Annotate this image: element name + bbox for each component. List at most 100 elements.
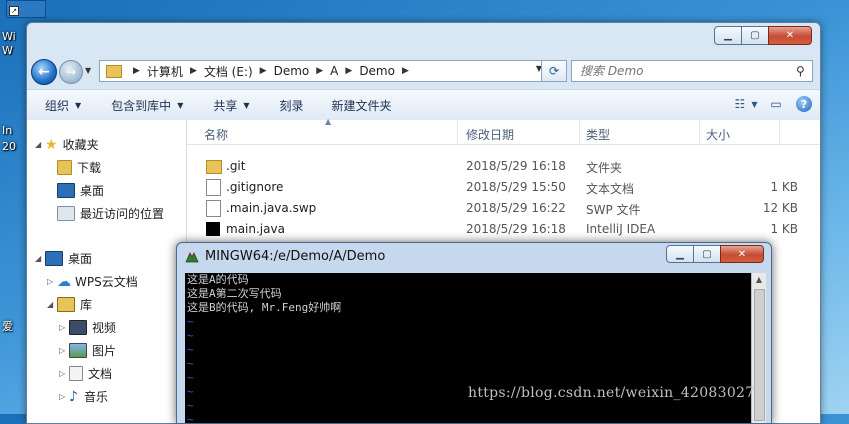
column-name[interactable]: 名称 xyxy=(204,126,228,143)
preview-pane-icon[interactable]: ▭ xyxy=(766,95,786,113)
terminal-title: MINGW64:/e/Demo/A/Demo xyxy=(205,249,386,264)
breadcrumb-computer[interactable]: 计算机 xyxy=(147,63,183,80)
chevron-right-icon[interactable]: ▶ xyxy=(345,66,352,76)
vim-empty-line: ~ xyxy=(187,399,194,412)
nav-library-label: 库 xyxy=(80,298,93,312)
maximize-button[interactable]: ▢ xyxy=(693,245,721,263)
nav-videos[interactable]: ▷ 视频 xyxy=(59,319,116,336)
file-row[interactable]: .git 2018/5/29 16:18 文件夹 xyxy=(187,156,820,177)
search-input[interactable] xyxy=(578,63,792,79)
vim-empty-line: ~ xyxy=(187,413,194,423)
file-modified: 2018/5/29 16:18 xyxy=(466,159,566,173)
help-icon[interactable]: ? xyxy=(796,96,812,112)
desktop-label-4: 20 xyxy=(2,140,16,153)
nav-pictures[interactable]: ▷ 图片 xyxy=(59,342,116,359)
new-folder-button[interactable]: 新建文件夹 xyxy=(332,97,392,114)
nav-documents[interactable]: ▷ 文档 xyxy=(59,365,112,382)
history-dropdown-icon[interactable]: ▼ xyxy=(85,66,91,75)
breadcrumb-a[interactable]: A xyxy=(330,64,338,78)
search-box: ⚲ xyxy=(571,60,813,82)
address-bar[interactable]: ▶ 计算机 ▶ 文档 (E:) ▶ Demo ▶ A ▶ Demo ▶ ▼ xyxy=(99,60,545,82)
search-icon[interactable]: ⚲ xyxy=(796,64,805,78)
vim-empty-line: ~ xyxy=(187,315,194,328)
nav-favorites-label: 收藏夹 xyxy=(62,138,99,152)
collapse-icon[interactable]: ◢ xyxy=(35,254,45,263)
nav-desktop-root[interactable]: ◢ 桌面 xyxy=(35,250,92,267)
chevron-right-icon[interactable]: ▶ xyxy=(190,66,197,76)
desktop-icon xyxy=(45,251,63,266)
caret-down-icon: ▼ xyxy=(75,100,82,110)
nav-wps-label: WPS云文档 xyxy=(75,275,138,289)
file-type: SWP 文件 xyxy=(586,203,641,217)
caret-down-icon: ▼ xyxy=(243,100,250,110)
file-size: 1 KB xyxy=(770,180,798,194)
breadcrumb-demo-current[interactable]: Demo xyxy=(359,64,395,78)
picture-icon xyxy=(69,343,87,358)
minimize-button[interactable]: ▁ xyxy=(666,245,694,263)
nav-recent[interactable]: 最近访问的位置 xyxy=(57,205,164,222)
minimize-button[interactable]: ▁ xyxy=(714,26,742,45)
file-modified: 2018/5/29 15:50 xyxy=(466,180,566,194)
file-row[interactable]: .main.java.swp 2018/5/29 16:22 SWP 文件 12… xyxy=(187,198,820,219)
vim-empty-line: ~ xyxy=(187,357,194,370)
nav-favorites[interactable]: ◢ ★ 收藏夹 xyxy=(35,136,99,153)
maximize-button[interactable]: ▢ xyxy=(741,26,769,45)
terminal-caption-buttons: ▁ ▢ ✕ xyxy=(666,245,764,263)
nav-downloads[interactable]: 下载 xyxy=(57,159,101,176)
collapse-icon[interactable]: ◢ xyxy=(35,140,45,149)
include-library-menu[interactable]: 包含到库中 ▼ xyxy=(111,97,183,114)
expand-icon[interactable]: ▷ xyxy=(59,369,69,378)
chevron-right-icon[interactable]: ▶ xyxy=(402,66,409,76)
command-bar: 组织 ▼ 包含到库中 ▼ 共享 ▼ 刻录 新建文件夹 ☷ ▼ ▭ ? xyxy=(27,89,820,121)
file-size: 12 KB xyxy=(762,201,798,215)
expand-icon[interactable]: ▷ xyxy=(59,392,69,401)
column-modified[interactable]: 修改日期 xyxy=(466,126,514,143)
file-type: 文件夹 xyxy=(586,161,623,175)
file-name: .main.java.swp xyxy=(226,201,317,215)
desktop-shortcut-icon[interactable]: ↗ xyxy=(6,0,46,18)
expand-icon[interactable]: ▷ xyxy=(59,346,69,355)
breadcrumb-demo[interactable]: Demo xyxy=(274,64,310,78)
chevron-right-icon[interactable]: ▶ xyxy=(260,66,267,76)
refresh-icon[interactable]: ⟳ xyxy=(541,60,567,82)
terminal-title-bar[interactable]: MINGW64:/e/Demo/A/Demo xyxy=(185,249,385,264)
vim-empty-line: ~ xyxy=(187,343,194,356)
desktop-label-3: In xyxy=(2,124,13,137)
cloud-icon: ☁ xyxy=(57,273,71,290)
chevron-right-icon[interactable]: ▶ xyxy=(133,66,140,76)
nav-desktop[interactable]: 桌面 xyxy=(57,182,104,199)
chevron-right-icon[interactable]: ▶ xyxy=(316,66,323,76)
nav-library[interactable]: ◢ 库 xyxy=(47,296,92,313)
downloads-folder-icon xyxy=(57,160,72,175)
organize-menu[interactable]: 组织 ▼ xyxy=(45,97,81,114)
burn-button[interactable]: 刻录 xyxy=(280,97,304,114)
nav-wps[interactable]: ▷ ☁ WPS云文档 xyxy=(47,273,138,290)
file-name: main.java xyxy=(226,222,285,236)
expand-icon[interactable]: ▷ xyxy=(47,277,57,286)
sort-ascending-icon: ▲ xyxy=(325,117,332,126)
text-file-icon xyxy=(206,179,221,196)
share-menu[interactable]: 共享 ▼ xyxy=(213,97,249,114)
library-icon xyxy=(57,297,75,312)
caret-down-icon: ▼ xyxy=(177,100,184,110)
scrollbar-thumb[interactable] xyxy=(754,289,765,421)
close-button[interactable]: ✕ xyxy=(768,26,812,45)
watermark: https://blog.csdn.net/weixin_42083027 xyxy=(468,385,755,401)
expand-icon[interactable]: ▷ xyxy=(59,323,69,332)
column-size[interactable]: 大小 xyxy=(706,126,730,143)
collapse-icon[interactable]: ◢ xyxy=(47,300,57,309)
view-options-icon[interactable]: ☷ ▼ xyxy=(735,95,758,113)
file-row[interactable]: main.java 2018/5/29 16:18 IntelliJ IDEA … xyxy=(187,219,820,240)
forward-arrow-icon[interactable]: → xyxy=(59,60,83,84)
navigation-pane: ◢ ★ 收藏夹 下载 桌面 最近访问的位置 ◢ 桌面 ▷ ☁ WPS云文档 ◢ xyxy=(27,120,187,423)
column-type[interactable]: 类型 xyxy=(586,126,610,143)
nav-music[interactable]: ▷ ♪ 音乐 xyxy=(59,388,108,405)
file-name: .git xyxy=(226,159,246,173)
document-icon xyxy=(69,366,83,381)
breadcrumb-drive-e[interactable]: 文档 (E:) xyxy=(204,63,253,80)
back-arrow-icon[interactable]: ← xyxy=(31,59,57,85)
file-row[interactable]: .gitignore 2018/5/29 15:50 文本文档 1 KB xyxy=(187,177,820,198)
scroll-up-icon[interactable]: ▲ xyxy=(752,273,766,287)
nav-desktop-label: 桌面 xyxy=(80,184,105,198)
close-button[interactable]: ✕ xyxy=(720,245,764,263)
